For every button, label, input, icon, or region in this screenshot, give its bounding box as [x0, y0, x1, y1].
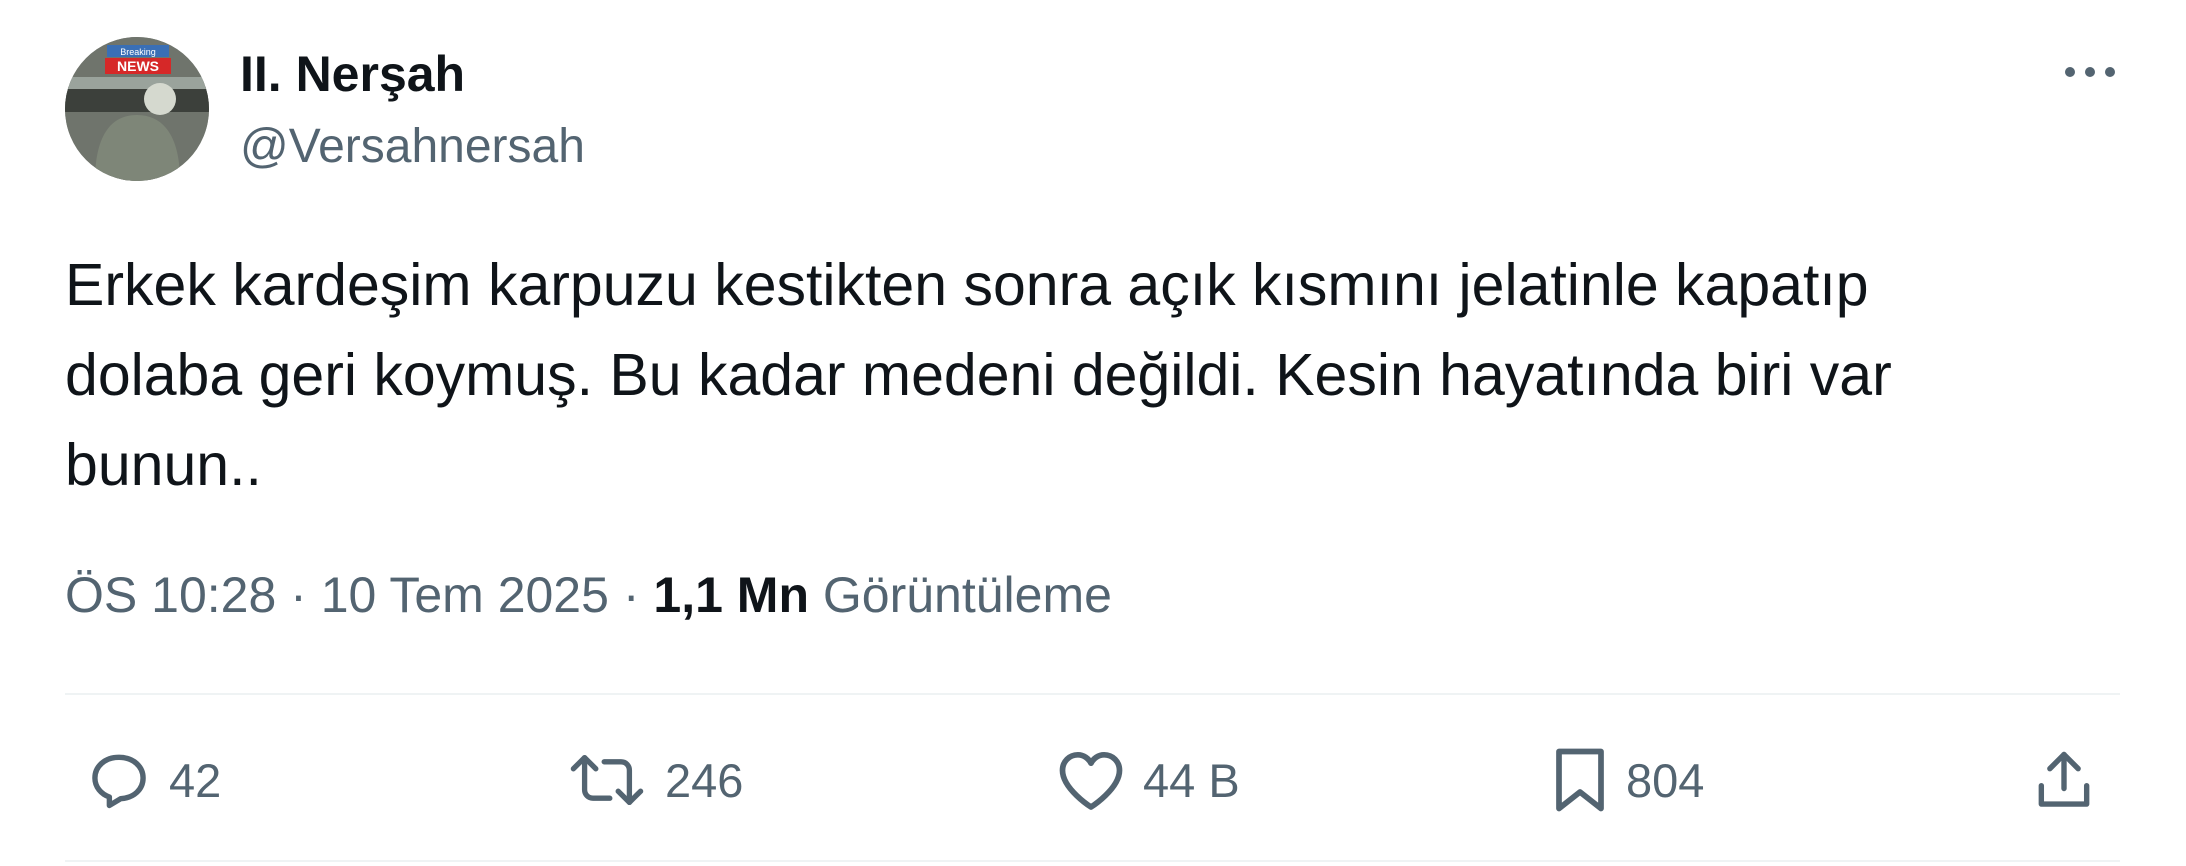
divider-bottom: [65, 860, 2120, 862]
retweet-icon: [565, 746, 649, 814]
reply-icon: [85, 746, 153, 814]
avatar[interactable]: Breaking NEWS: [65, 37, 209, 181]
bookmark-icon: [1550, 744, 1610, 816]
tweet-text: Erkek kardeşim karpuzu kestikten sonra a…: [65, 252, 1892, 498]
tweet-time[interactable]: ÖS 10:28: [65, 567, 276, 623]
avatar-badge-bottom: NEWS: [117, 58, 159, 74]
display-name[interactable]: II. Nerşah: [240, 44, 465, 104]
more-icon: [2064, 66, 2116, 78]
bookmark-count: 804: [1626, 753, 1705, 807]
reply-count: 42: [169, 753, 222, 807]
reply-button[interactable]: 42: [85, 725, 221, 835]
more-button[interactable]: [2060, 50, 2120, 94]
like-count: 44 B: [1143, 753, 1240, 807]
user-handle[interactable]: @Versahnersah: [240, 118, 585, 176]
meta-separator: ·: [290, 567, 307, 623]
tweet-meta: ÖS 10:28 · 10 Tem 2025 · 1,1 Mn Görüntül…: [65, 560, 1112, 630]
views-label: Görüntüleme: [822, 567, 1112, 623]
tweet-date[interactable]: 10 Tem 2025: [321, 567, 609, 623]
like-button[interactable]: 44 B: [1055, 725, 1240, 835]
tweet-card: Breaking NEWS II. Nerşah @Versahnersah E…: [0, 0, 2186, 866]
divider: [65, 693, 2120, 695]
meta-separator: ·: [622, 567, 640, 623]
action-bar: 42 246 44 B 804: [65, 725, 2120, 835]
retweet-count: 246: [665, 753, 744, 807]
views-count: 1,1 Mn: [653, 567, 809, 623]
bookmark-button[interactable]: 804: [1550, 725, 1704, 835]
retweet-button[interactable]: 246: [565, 725, 743, 835]
share-button[interactable]: [2030, 725, 2098, 835]
avatar-badge-top: Breaking: [120, 47, 156, 57]
heart-icon: [1055, 746, 1127, 814]
share-icon: [2030, 746, 2098, 814]
